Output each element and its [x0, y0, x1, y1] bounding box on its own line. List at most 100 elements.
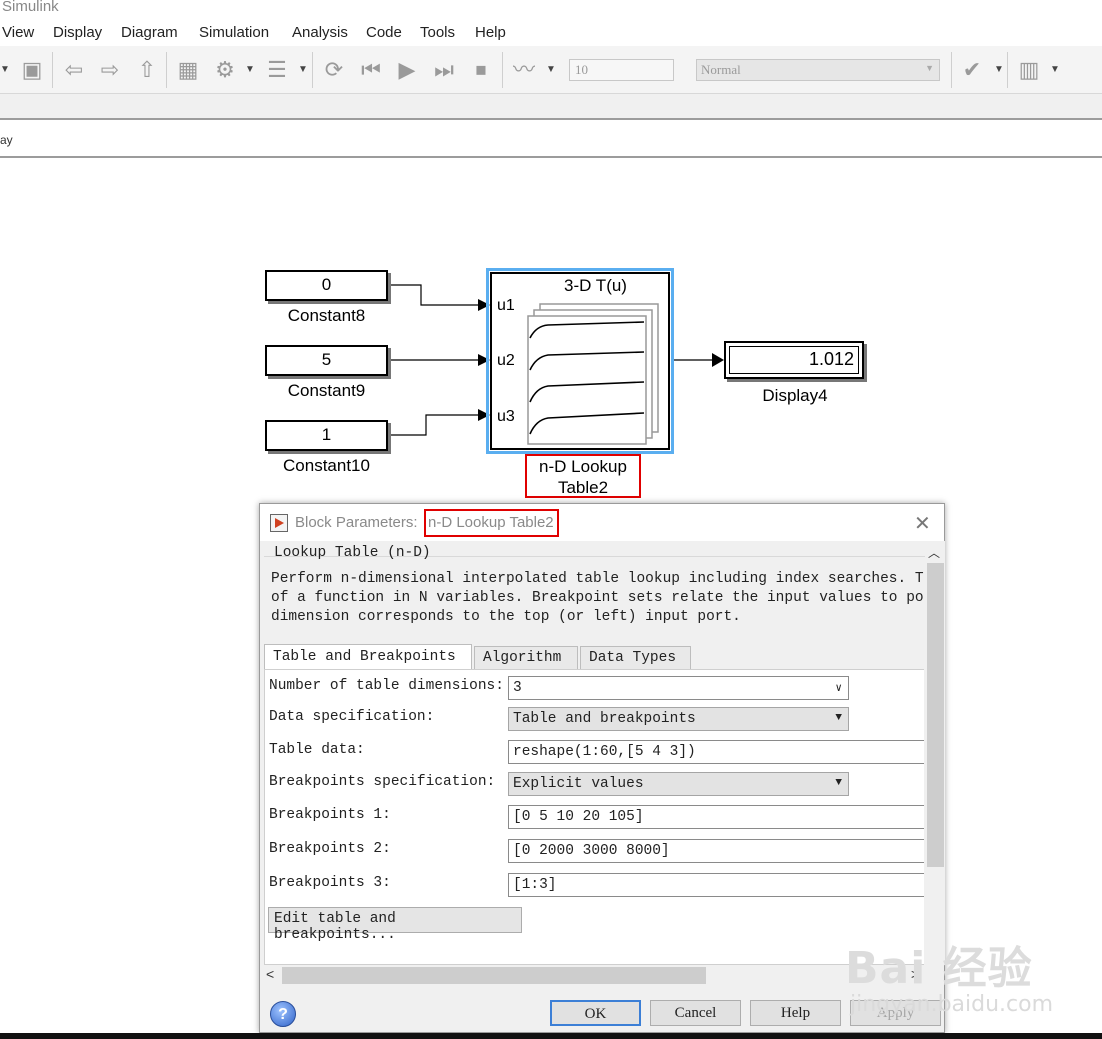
- simulation-mode-value: Normal: [701, 62, 741, 77]
- update-diagram-icon[interactable]: ⟳: [320, 56, 348, 84]
- address-bar: ay: [0, 122, 1102, 158]
- block-parameters-dialog: Block Parameters: n-D Lookup Table2 ✕ Lo…: [259, 503, 945, 1033]
- table-data-field[interactable]: reshape(1:60,[5 4 3]): [508, 740, 924, 764]
- run-icon[interactable]: ▶: [393, 56, 421, 84]
- constant10-label[interactable]: Constant10: [265, 456, 388, 476]
- constant9-label[interactable]: Constant9: [265, 381, 388, 401]
- signal-line-1: [389, 284, 478, 306]
- apply-button[interactable]: Apply: [850, 1000, 941, 1026]
- toolbar-separator: [502, 52, 503, 88]
- vertical-scroll-thumb[interactable]: [927, 563, 944, 867]
- forward-arrow-icon[interactable]: ⇨: [96, 56, 124, 84]
- explorer-dropdown-caret-icon[interactable]: ▼: [298, 56, 308, 84]
- chevron-down-icon: ∨: [835, 683, 842, 695]
- menu-diagram[interactable]: Diagram: [121, 24, 178, 41]
- num-dims-value: 3: [513, 680, 522, 696]
- scroll-up-icon[interactable]: ︿: [928, 544, 940, 561]
- constant8-block[interactable]: 0: [265, 270, 388, 301]
- new-dropdown-caret-icon[interactable]: ▼: [0, 56, 10, 84]
- scroll-left-icon[interactable]: <: [266, 966, 274, 982]
- scope-icon[interactable]: 〰: [510, 56, 538, 84]
- stop-time-input[interactable]: 10: [569, 59, 674, 81]
- scroll-right-icon[interactable]: >: [911, 966, 919, 982]
- chevron-down-icon: ▼: [835, 777, 842, 789]
- constant8-label[interactable]: Constant8: [265, 306, 388, 326]
- block-description: Perform n-dimensional interpolated table…: [271, 571, 924, 625]
- window-title: Simulink: [2, 0, 59, 15]
- lookup-name-line2: Table2: [557, 478, 609, 497]
- check-dropdown-caret-icon[interactable]: ▼: [994, 56, 1004, 84]
- ok-button[interactable]: OK: [550, 1000, 641, 1026]
- chevron-down-icon: ▼: [835, 712, 842, 724]
- menu-analysis[interactable]: Analysis: [292, 24, 348, 41]
- gear-icon[interactable]: ⚙: [211, 56, 239, 84]
- stop-icon[interactable]: ⏹: [467, 56, 495, 84]
- simulink-block-icon: [270, 514, 288, 532]
- menu-help[interactable]: Help: [475, 24, 506, 41]
- toolbar-separator: [1007, 52, 1008, 88]
- data-spec-select[interactable]: Table and breakpoints ▼: [508, 707, 849, 731]
- cancel-button[interactable]: Cancel: [650, 1000, 741, 1026]
- up-arrow-icon[interactable]: ⇧: [133, 56, 161, 84]
- tab-algorithm[interactable]: Algorithm: [474, 646, 578, 670]
- library-browser-icon[interactable]: ▦: [174, 56, 202, 84]
- bp-spec-select[interactable]: Explicit values ▼: [508, 772, 849, 796]
- group-title: Lookup Table (n-D): [274, 545, 431, 561]
- help-button[interactable]: Help: [750, 1000, 841, 1026]
- dialog-title-bar[interactable]: Block Parameters: n-D Lookup Table2 ✕: [260, 504, 944, 541]
- constant9-block[interactable]: 5: [265, 345, 388, 376]
- lookup-name-line1: n-D Lookup: [539, 457, 627, 476]
- lookup-table-block[interactable]: 3-D T(u) u1 u2 u3: [490, 272, 670, 450]
- model-explorer-icon[interactable]: ☰: [263, 56, 291, 84]
- menu-display[interactable]: Display: [53, 24, 102, 41]
- bp1-field[interactable]: [0 5 10 20 105]: [508, 805, 924, 829]
- horizontal-scrollbar[interactable]: < >: [264, 965, 924, 985]
- constant9-value: 5: [321, 350, 332, 369]
- hardware-board-icon[interactable]: ▥: [1015, 56, 1043, 84]
- port-u3-label: u3: [497, 408, 515, 425]
- lookup-header: 3-D T(u): [564, 276, 627, 295]
- save-icon[interactable]: ▣: [18, 56, 46, 84]
- toolbar-separator: [166, 52, 167, 88]
- bp3-field[interactable]: [1:3]: [508, 873, 924, 897]
- step-back-icon[interactable]: ⏮: [357, 56, 385, 84]
- tab-table-and-breakpoints[interactable]: Table and Breakpoints: [264, 644, 472, 670]
- menu-bar: View Display Diagram Simulation Analysis…: [0, 18, 1102, 46]
- simulation-mode-select[interactable]: Normal ▼: [696, 59, 940, 81]
- bp2-field[interactable]: [0 2000 3000 8000]: [508, 839, 924, 863]
- check-icon[interactable]: ✔: [958, 56, 986, 84]
- close-icon[interactable]: ✕: [914, 511, 931, 536]
- bp-spec-value: Explicit values: [513, 776, 644, 792]
- port-u2-label: u2: [497, 352, 515, 369]
- scope-dropdown-caret-icon[interactable]: ▼: [546, 56, 556, 84]
- vertical-scrollbar[interactable]: ︿: [925, 541, 945, 965]
- toolbar: ▼ ▣ ⇦ ⇨ ⇧ ▦ ⚙ ▼ ☰ ▼ ⟳ ⏮ ▶ ⏭ ⏹ 〰 ▼ 10 Nor…: [0, 46, 1102, 94]
- menu-view[interactable]: View: [2, 24, 34, 41]
- display4-label[interactable]: Display4: [724, 386, 866, 406]
- menu-simulation[interactable]: Simulation: [199, 24, 269, 41]
- horizontal-scroll-thumb[interactable]: [282, 967, 706, 984]
- num-dims-label: Number of table dimensions:: [269, 678, 504, 694]
- display4-block[interactable]: 1.012: [724, 341, 864, 379]
- num-dims-select[interactable]: 3 ∨: [508, 676, 849, 700]
- menu-code[interactable]: Code: [366, 24, 402, 41]
- step-forward-icon[interactable]: ⏭: [430, 56, 458, 84]
- back-arrow-icon[interactable]: ⇦: [60, 56, 88, 84]
- help-icon[interactable]: ?: [270, 1001, 296, 1027]
- gear-dropdown-caret-icon[interactable]: ▼: [245, 56, 255, 84]
- menu-tools[interactable]: Tools: [420, 24, 455, 41]
- status-bar: [0, 1033, 1102, 1039]
- hardware-dropdown-caret-icon[interactable]: ▼: [1050, 56, 1060, 84]
- constant10-block[interactable]: 1: [265, 420, 388, 451]
- lookup-table-label[interactable]: n-D Lookup Table2: [525, 456, 641, 498]
- tab-data-types[interactable]: Data Types: [580, 646, 691, 670]
- edit-table-button[interactable]: Edit table and breakpoints...: [268, 907, 522, 943]
- display4-value: 1.012: [729, 346, 859, 374]
- dialog-title-prefix: Block Parameters:: [295, 514, 418, 531]
- bp3-label: Breakpoints 3:: [269, 875, 391, 891]
- bp1-label: Breakpoints 1:: [269, 807, 391, 823]
- constant10-value: 1: [321, 425, 332, 444]
- signal-line-3: [389, 414, 478, 436]
- chevron-down-icon: ▼: [925, 63, 934, 73]
- breadcrumb[interactable]: ay: [0, 133, 13, 147]
